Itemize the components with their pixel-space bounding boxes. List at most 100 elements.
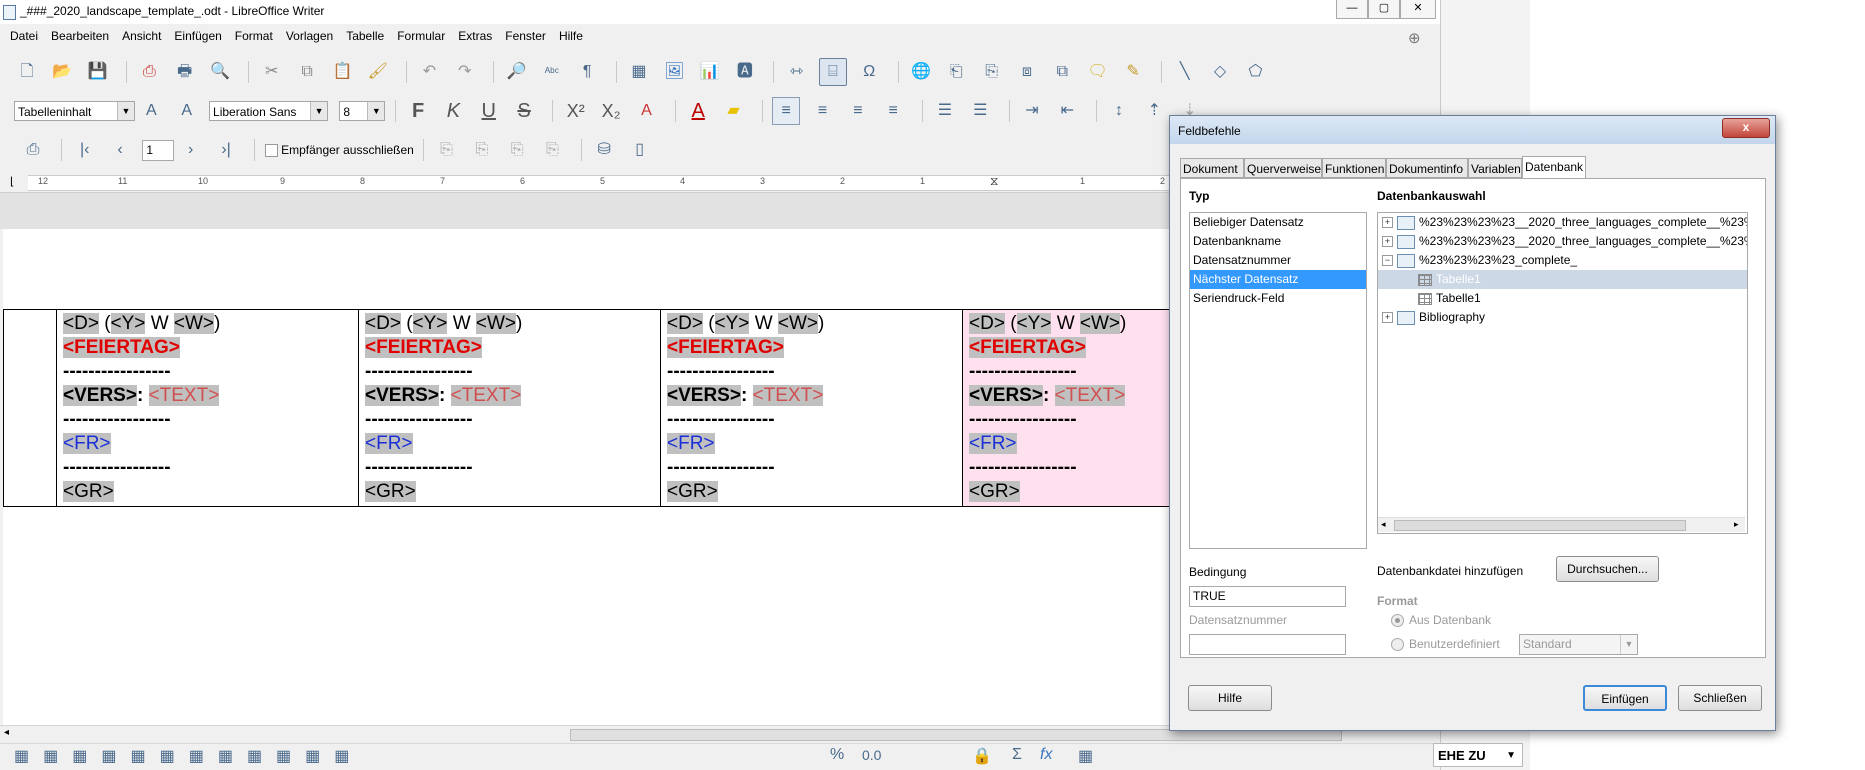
tab-funktionen[interactable]: Funktionen bbox=[1322, 158, 1386, 178]
bookmark-icon[interactable]: ⧈ bbox=[1014, 59, 1040, 85]
table-cell[interactable]: <D> (<Y> W <W>) <FEIERTAG> -------------… bbox=[358, 309, 661, 507]
print-icon[interactable]: 🖶 bbox=[172, 59, 198, 85]
endnote-icon[interactable]: ⎘ bbox=[979, 59, 1005, 85]
type-list[interactable]: Beliebiger Datensatz Datenbankname Daten… bbox=[1189, 212, 1367, 549]
highlight-icon[interactable]: ▰ bbox=[721, 98, 747, 124]
track-changes-icon[interactable]: ✎ bbox=[1120, 59, 1146, 85]
menu-format[interactable]: Format bbox=[235, 29, 273, 43]
menu-fenster[interactable]: Fenster bbox=[505, 29, 546, 43]
hyperlink-icon[interactable]: 🌐 bbox=[908, 59, 934, 85]
save-icon[interactable]: 💾 bbox=[85, 59, 111, 85]
expand-icon[interactable]: + bbox=[1382, 217, 1393, 229]
menu-datei[interactable]: Datei bbox=[10, 29, 38, 43]
paste-icon[interactable]: 📋 bbox=[329, 59, 355, 85]
browse-button[interactable]: Durchsuchen... bbox=[1556, 556, 1659, 582]
tree-horizontal-scrollbar[interactable]: ◂ ▸ bbox=[1378, 517, 1745, 532]
tab-dokument[interactable]: Dokument bbox=[1180, 158, 1244, 178]
indent-marker-icon[interactable]: ⧖ bbox=[990, 174, 998, 189]
record-number-field[interactable] bbox=[1189, 634, 1346, 655]
tab-querverweise[interactable]: Querverweise bbox=[1244, 158, 1322, 178]
send-email-icon[interactable]: ⎘ bbox=[540, 137, 566, 163]
draw-functions-icon[interactable]: ⬠ bbox=[1242, 59, 1268, 85]
list-item[interactable]: Datenbankname bbox=[1190, 232, 1366, 251]
minimize-button[interactable]: — bbox=[1336, 0, 1368, 19]
formatting-marks-icon[interactable]: ¶ bbox=[574, 59, 600, 85]
tree-item-selected[interactable]: Tabelle1 bbox=[1378, 270, 1747, 289]
find-replace-icon[interactable]: 🔎 bbox=[504, 59, 530, 85]
insert-chart-icon[interactable]: 📊 bbox=[697, 59, 723, 85]
redo-icon[interactable]: ↷ bbox=[452, 59, 478, 85]
comment-icon[interactable]: 🗨 bbox=[1085, 59, 1111, 85]
chevron-down-icon[interactable]: ▼ bbox=[1506, 744, 1516, 768]
chevron-down-icon[interactable]: ▼ bbox=[367, 102, 385, 120]
maximize-button[interactable]: ▢ bbox=[1368, 0, 1400, 19]
table-cell[interactable]: <D> (<Y> W <W>) <FEIERTAG> -------------… bbox=[660, 309, 963, 507]
page-break-icon[interactable]: ⇿ bbox=[784, 59, 810, 85]
decrease-indent-icon[interactable]: ⇤ bbox=[1054, 98, 1080, 124]
insert-button[interactable]: Einfügen bbox=[1583, 685, 1667, 711]
line-spacing-icon[interactable]: ↕ bbox=[1106, 98, 1132, 124]
align-left-icon[interactable]: ≡ bbox=[772, 97, 801, 125]
scroll-left-icon[interactable]: ◂ bbox=[1381, 519, 1386, 530]
insert-table-icon[interactable]: ▦ bbox=[626, 59, 652, 85]
menu-hilfe[interactable]: Hilfe bbox=[559, 29, 583, 43]
first-record-icon[interactable]: |‹ bbox=[72, 137, 98, 163]
increase-indent-icon[interactable]: ⇥ bbox=[1019, 98, 1045, 124]
clear-formatting-icon[interactable]: A bbox=[633, 98, 659, 124]
table-cell[interactable]: <D> (<Y> W <W>) <FEIERTAG> -------------… bbox=[56, 309, 359, 507]
page-icon[interactable]: ▯ bbox=[627, 137, 653, 163]
dialog-title-bar[interactable]: Feldbefehle x bbox=[1170, 116, 1775, 144]
insert-field-icon[interactable]: ⌸ bbox=[818, 58, 847, 86]
user-defined-radio[interactable] bbox=[1391, 638, 1404, 652]
scroll-right-icon[interactable]: ▸ bbox=[1734, 519, 1739, 530]
from-db-radio[interactable] bbox=[1391, 614, 1404, 628]
update-style-icon[interactable]: A bbox=[138, 98, 164, 124]
previous-record-icon[interactable]: ‹ bbox=[107, 137, 133, 163]
tab-datenbank[interactable]: Datenbank bbox=[1522, 156, 1586, 179]
format-select[interactable]: Standard ▼ bbox=[1519, 634, 1638, 655]
strikethrough-icon[interactable]: S bbox=[511, 98, 537, 124]
justify-icon[interactable]: ≡ bbox=[880, 98, 906, 124]
bullets-icon[interactable]: ☰ bbox=[932, 98, 958, 124]
basic-shapes-icon[interactable]: ◇ bbox=[1207, 59, 1233, 85]
percent-icon[interactable]: % bbox=[830, 746, 844, 764]
undo-icon[interactable]: ↶ bbox=[416, 59, 442, 85]
numbering-icon[interactable]: ☰ bbox=[967, 98, 993, 124]
align-center-icon[interactable]: ≡ bbox=[810, 98, 836, 124]
chevron-down-icon[interactable]: ▼ bbox=[1620, 635, 1637, 654]
table-properties-icon[interactable]: ▦ bbox=[1078, 746, 1093, 766]
insert-textbox-icon[interactable]: 🅰 bbox=[732, 59, 758, 85]
footnote-icon[interactable]: ⎗ bbox=[943, 59, 969, 85]
database-tree[interactable]: + %23%23%23%23__2020_three_languages_comp… bbox=[1377, 212, 1748, 534]
data-source-icon[interactable]: ⛁ bbox=[591, 137, 617, 163]
clone-formatting-icon[interactable]: 🖌 bbox=[365, 59, 391, 85]
scrollbar-thumb[interactable] bbox=[1394, 520, 1686, 531]
tree-item[interactable]: + %23%23%23%23__2020_three_languages_comp… bbox=[1378, 232, 1747, 251]
print-preview-icon[interactable]: 🔍 bbox=[207, 59, 233, 85]
dialog-close-button[interactable]: x bbox=[1722, 118, 1770, 138]
export-pdf-icon[interactable]: ⎙ bbox=[136, 59, 162, 85]
menu-bearbeiten[interactable]: Bearbeiten bbox=[51, 29, 109, 43]
list-item[interactable]: Datensatznummer bbox=[1190, 251, 1366, 270]
edit-document-icon[interactable]: ⎘ bbox=[434, 137, 460, 163]
new-style-icon[interactable]: A bbox=[174, 98, 200, 124]
cut-icon[interactable]: ✂ bbox=[259, 59, 285, 85]
list-item[interactable]: Seriendruck-Feld bbox=[1190, 289, 1366, 308]
print-merged-icon[interactable]: ⎘ bbox=[504, 137, 530, 163]
lock-icon[interactable]: 🔒 bbox=[972, 746, 992, 766]
bold-icon[interactable]: F bbox=[405, 98, 431, 124]
record-number-input[interactable]: 1 bbox=[142, 139, 175, 161]
menu-extras[interactable]: Extras bbox=[458, 29, 492, 43]
from-db-radio-row[interactable]: Aus Datenbank bbox=[1391, 613, 1491, 628]
tree-item[interactable]: − %23%23%23%23_complete_ bbox=[1378, 251, 1747, 270]
mailmerge-icon[interactable]: ⎙ bbox=[20, 137, 46, 163]
chevron-down-icon[interactable]: ▼ bbox=[310, 102, 328, 120]
new-document-icon[interactable]: 🗋 bbox=[14, 59, 40, 85]
expand-icon[interactable]: + bbox=[1382, 312, 1393, 324]
menu-vorlagen[interactable]: Vorlagen bbox=[286, 29, 333, 43]
align-right-icon[interactable]: ≡ bbox=[845, 98, 871, 124]
italic-icon[interactable]: K bbox=[440, 98, 466, 124]
table-cell-empty[interactable] bbox=[3, 309, 57, 507]
open-folder-icon[interactable]: 📂 bbox=[49, 59, 75, 85]
next-record-icon[interactable]: › bbox=[178, 137, 204, 163]
